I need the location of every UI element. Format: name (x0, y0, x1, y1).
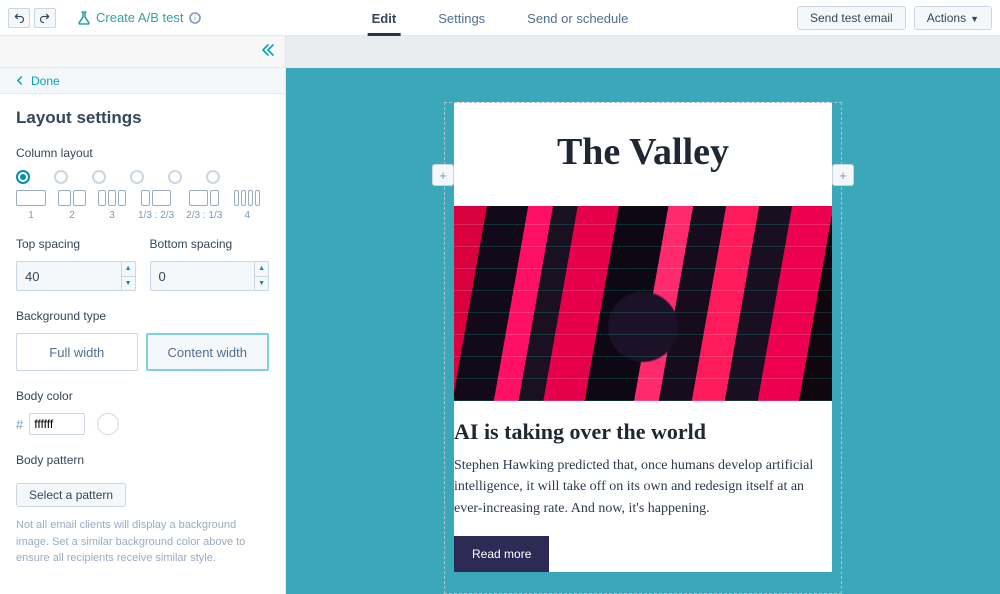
spacing-row: Top spacing ▲▼ Bottom spacing ▲▼ (16, 237, 269, 291)
add-column-left-button[interactable]: + (432, 164, 454, 186)
sidebar-body: Layout settings Column layout 1 2 (0, 94, 285, 587)
top-spacing-input[interactable]: ▲▼ (16, 261, 136, 291)
tab-settings[interactable]: Settings (434, 0, 489, 36)
email-hero-image[interactable] (454, 206, 832, 401)
tab-edit[interactable]: Edit (368, 0, 401, 36)
flask-icon (78, 11, 90, 25)
bg-content-width-button[interactable]: Content width (146, 333, 270, 371)
body-color-row: # (16, 413, 269, 435)
body-color-swatch[interactable] (97, 413, 119, 435)
redo-button[interactable] (34, 8, 56, 28)
settings-sidebar: Done Layout settings Column layout 1 (0, 36, 286, 594)
stepper-up-icon[interactable]: ▲ (255, 262, 268, 277)
sidebar-title: Layout settings (16, 108, 269, 128)
body-pattern-label: Body pattern (16, 453, 269, 467)
email-article[interactable]: AI is taking over the world Stephen Hawk… (454, 401, 832, 572)
topbar-left: Create A/B test i (8, 8, 201, 28)
column-radio-1[interactable] (16, 170, 30, 184)
main-area: Done Layout settings Column layout 1 (0, 36, 1000, 594)
collapse-icon (261, 44, 275, 59)
hash-label: # (16, 417, 23, 432)
topbar-right: Send test email Actions▼ (797, 6, 992, 30)
top-toolbar: Create A/B test i Edit Settings Send or … (0, 0, 1000, 36)
redo-icon (39, 12, 51, 24)
canvas-gutter (286, 36, 1000, 68)
email-frame[interactable]: + + The Valley AI is taking over the wor… (454, 102, 832, 594)
create-ab-test-link[interactable]: Create A/B test i (78, 10, 201, 25)
top-tabs: Edit Settings Send or schedule (368, 0, 633, 36)
top-spacing-field[interactable] (17, 262, 121, 290)
actions-dropdown[interactable]: Actions▼ (914, 6, 992, 30)
canvas-wrap: + + The Valley AI is taking over the wor… (286, 36, 1000, 594)
column-radio-1-3[interactable] (130, 170, 144, 184)
done-button[interactable]: Done (0, 68, 285, 94)
undo-icon (13, 12, 25, 24)
bg-type-label: Background type (16, 309, 269, 323)
chevron-left-icon (16, 76, 25, 85)
chevron-down-icon: ▼ (970, 14, 979, 24)
bottom-spacing-field[interactable] (151, 262, 255, 290)
column-opt-3[interactable]: 3 (98, 190, 126, 221)
bottom-spacing-label: Bottom spacing (150, 237, 270, 251)
column-opt-1[interactable]: 1 (16, 190, 46, 221)
body-color-input[interactable] (29, 413, 85, 435)
column-radio-4[interactable] (206, 170, 220, 184)
bottom-spacing-input[interactable]: ▲▼ (150, 261, 270, 291)
bg-type-row: Full width Content width (16, 333, 269, 371)
top-spacing-label: Top spacing (16, 237, 136, 251)
svg-text:i: i (195, 15, 197, 22)
send-test-email-button[interactable]: Send test email (797, 6, 906, 30)
select-pattern-button[interactable]: Select a pattern (16, 483, 126, 507)
editor-canvas[interactable]: + + The Valley AI is taking over the wor… (286, 68, 1000, 594)
tab-send[interactable]: Send or schedule (523, 0, 632, 36)
column-opt-2-3[interactable]: 2/3 : 1/3 (186, 190, 222, 221)
stepper-down-icon[interactable]: ▼ (122, 277, 135, 291)
column-radio-3[interactable] (92, 170, 106, 184)
undo-button[interactable] (8, 8, 30, 28)
stepper-down-icon[interactable]: ▼ (255, 277, 268, 291)
pattern-hint: Not all email clients will display a bac… (16, 517, 269, 567)
bottom-spacing-stepper[interactable]: ▲▼ (254, 262, 268, 290)
bg-full-width-button[interactable]: Full width (16, 333, 138, 371)
email-body-text[interactable]: Stephen Hawking predicted that, once hum… (454, 455, 832, 520)
read-more-button[interactable]: Read more (454, 536, 549, 572)
body-color-label: Body color (16, 389, 269, 403)
email-headline[interactable]: AI is taking over the world (454, 419, 832, 445)
column-radio-2[interactable] (54, 170, 68, 184)
sidebar-collapse-bar[interactable] (0, 36, 285, 68)
email-masthead[interactable]: The Valley (454, 102, 832, 206)
add-column-right-button[interactable]: + (832, 164, 854, 186)
column-graphic-row: 1 2 3 1/3 : 2/3 2/3 : 1/3 (16, 190, 269, 221)
column-opt-4[interactable]: 4 (234, 190, 260, 221)
email-body[interactable]: The Valley AI is taking over the world S… (454, 102, 832, 572)
column-radio-2-3[interactable] (168, 170, 182, 184)
column-radio-row (16, 170, 269, 184)
ab-test-label: Create A/B test (96, 10, 183, 25)
stepper-up-icon[interactable]: ▲ (122, 262, 135, 277)
column-layout-label: Column layout (16, 146, 269, 160)
top-spacing-stepper[interactable]: ▲▼ (121, 262, 135, 290)
column-opt-2[interactable]: 2 (58, 190, 86, 221)
help-icon[interactable]: i (189, 12, 201, 24)
column-opt-1-3[interactable]: 1/3 : 2/3 (138, 190, 174, 221)
